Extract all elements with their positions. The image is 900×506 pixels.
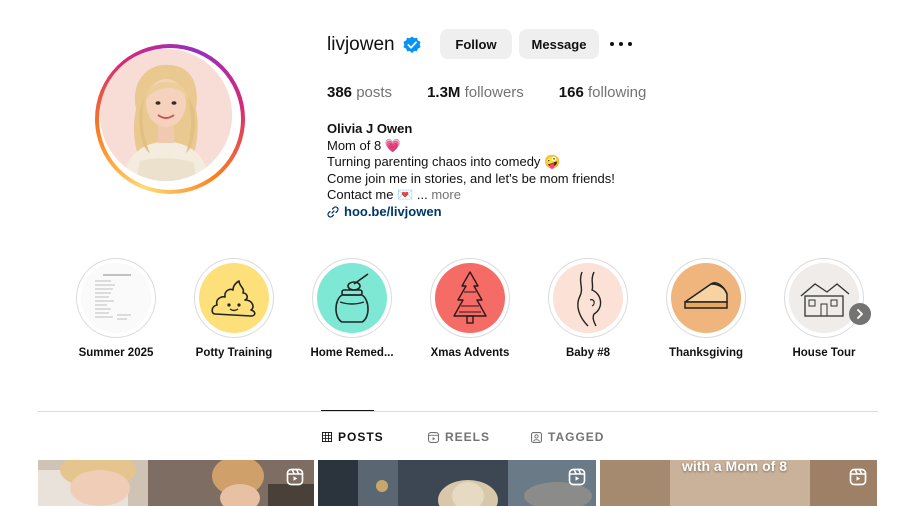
checklist-icon [81,263,151,333]
highlight-potty-training[interactable]: Potty Training [175,258,293,359]
post-thumbnail [318,460,596,506]
highlight-cover [81,263,151,333]
full-name: Olivia J Owen [327,121,413,136]
active-tab-indicator [321,410,374,411]
bio-external-link[interactable]: hoo.be/livjowen [327,204,615,221]
bio-line: Mom of 8 💗 [327,137,401,153]
highlight-xmas-advents[interactable]: Xmas Advents [411,258,529,359]
story-highlights: Summer 2025 Potty Training Home Remed...… [60,258,880,368]
highlight-ring [430,258,510,338]
tab-reels[interactable]: REELS [428,430,490,444]
avatar-photo [100,49,232,181]
bio-line-contact: Contact me 💌 ... more [327,187,615,204]
followers-label: followers [464,84,524,101]
highlight-summer-2025[interactable]: Summer 2025 [57,258,175,359]
following-label: following [587,84,647,101]
posts-label: posts [356,84,393,101]
post-tile-2[interactable] [318,460,596,506]
reel-icon [286,468,304,486]
tab-posts[interactable]: POSTS [322,430,384,444]
bio-line: Come join me in stories, and let's be mo… [327,170,615,186]
dot [628,42,632,46]
highlight-label: Home Remed... [310,347,394,359]
highlight-label: Xmas Advents [430,347,510,359]
highlight-label: Potty Training [195,347,273,359]
post-tile-1[interactable] [38,460,314,506]
profile-stats: 386 posts 1.3M followers 166 following [327,84,681,101]
highlight-cover [789,263,859,333]
post-thumbnail [38,460,314,506]
highlight-cover [671,263,741,333]
highlight-label: Baby #8 [565,347,611,359]
house-icon [800,283,850,317]
pie-slice-icon [684,282,728,309]
chevron-right-icon [857,309,863,319]
bio-line: Turning parenting chaos into comedy 🤪 [327,154,561,169]
highlight-ring [194,258,274,338]
tagged-user-icon [531,431,542,443]
poop-icon [211,280,256,317]
highlight-ring [666,258,746,338]
followers-count[interactable]: 1.3M followers [427,84,524,101]
highlight-ring [548,258,628,338]
reel-icon [568,468,586,486]
username-row: livjowen [327,30,421,60]
avatar[interactable] [100,49,232,181]
highlight-label: Summer 2025 [78,347,154,359]
highlight-ring [76,258,156,338]
highlight-baby-8[interactable]: Baby #8 [529,258,647,359]
highlight-thanksgiving[interactable]: Thanksgiving [647,258,765,359]
tab-tagged[interactable]: TAGGED [531,430,604,444]
verified-badge-icon [403,36,421,54]
profile-bio: Olivia J Owen Mom of 8 💗 Turning parenti… [327,121,615,220]
pregnancy-icon [577,271,602,327]
tab-label: REELS [445,430,491,444]
highlight-cover [317,263,387,333]
following-value: 166 [558,84,584,101]
post-caption: with a Mom of 8 [682,460,787,474]
christmas-tree-icon [453,271,487,324]
highlight-label: House Tour [792,347,856,359]
highlight-ring [784,258,864,338]
following-count[interactable]: 166 following [559,84,647,101]
highlight-cover [553,263,623,333]
profile-tabs: POSTS REELS TAGGED [0,430,900,444]
dot [610,42,614,46]
highlight-cover [199,263,269,333]
tab-label: POSTS [338,430,384,444]
followers-value: 1.3M [427,84,461,101]
highlight-home-remedies[interactable]: Home Remed... [293,258,411,359]
highlight-ring [312,258,392,338]
posts-count: 386 posts [327,84,392,101]
bio-more-link[interactable]: more [431,187,461,202]
reels-icon [428,431,439,443]
link-icon [327,206,339,218]
grid-icon [322,432,332,442]
reel-icon [849,468,867,486]
honey-jar-icon [335,273,369,323]
more-horizontal-icon[interactable] [610,37,632,51]
highlights-next-button[interactable] [849,303,871,325]
tab-label: TAGGED [548,430,605,444]
profile-avatar-ring[interactable] [95,44,245,194]
highlight-cover [435,263,505,333]
bio-link-text: hoo.be/livjowen [344,203,442,219]
follow-button[interactable]: Follow [440,29,512,59]
posts-value: 386 [327,84,353,101]
highlight-label: Thanksgiving [668,347,744,359]
username: livjowen [327,34,395,55]
tabs-divider [38,411,878,412]
bio-line: Contact me 💌 ... [327,187,428,202]
post-tile-3[interactable]: with a Mom of 8 [600,460,877,506]
message-button[interactable]: Message [519,29,599,59]
dot [619,42,623,46]
